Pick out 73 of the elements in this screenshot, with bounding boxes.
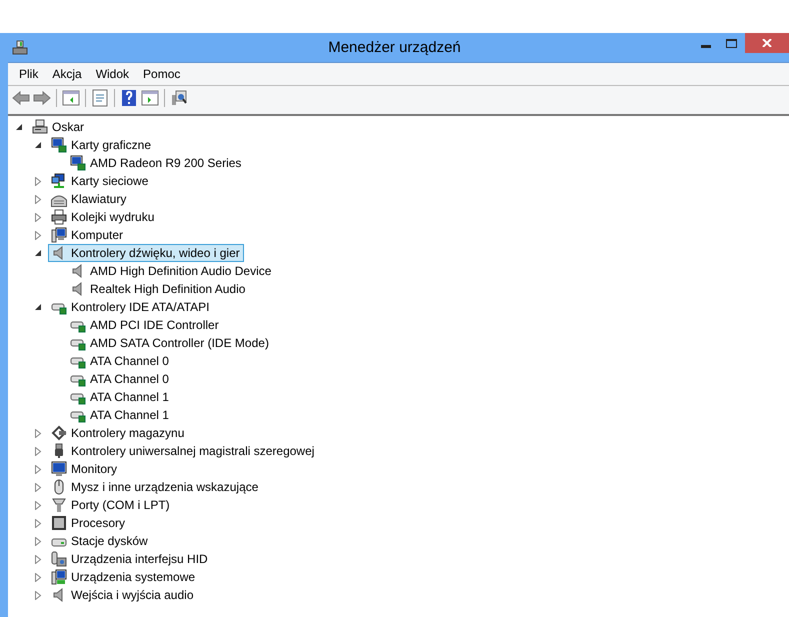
tree-item[interactable]: Klawiatury	[48, 190, 130, 208]
collapse-arrow-icon[interactable]	[15, 123, 23, 131]
expand-arrow-icon[interactable]	[34, 554, 42, 564]
monitor-icon	[51, 461, 67, 477]
maximize-icon[interactable]	[726, 39, 737, 48]
tree-item[interactable]: Komputer	[48, 226, 128, 244]
expand-arrow-icon[interactable]	[34, 590, 42, 600]
expand-arrow-icon[interactable]	[34, 176, 42, 186]
tree-item[interactable]: Wejścia i wyjścia audio	[48, 586, 198, 604]
expand-arrow-icon[interactable]	[34, 212, 42, 222]
tree-item[interactable]: AMD Radeon R9 200 Series	[67, 154, 246, 172]
tree-item[interactable]: Procesory	[48, 514, 130, 532]
scan-hardware-icon[interactable]	[170, 89, 188, 107]
display-card-icon	[70, 155, 86, 171]
expand-arrow-icon[interactable]	[34, 428, 42, 438]
close-button[interactable]	[745, 33, 789, 53]
tree-item[interactable]: Mysz i inne urządzenia wskazujące	[48, 478, 262, 496]
back-arrow-icon[interactable]	[12, 89, 30, 107]
collapse-arrow-icon[interactable]	[34, 141, 42, 149]
tree-item[interactable]: ATA Channel 1	[67, 406, 173, 424]
system-icon	[51, 569, 67, 585]
forward-arrow-icon[interactable]	[33, 89, 51, 107]
expand-arrow-icon[interactable]	[34, 446, 42, 456]
expand-arrow-icon[interactable]	[34, 482, 42, 492]
tree-item[interactable]: Kolejki wydruku	[48, 208, 158, 226]
menu-item[interactable]: Pomoc	[136, 67, 188, 81]
tree-item[interactable]: Monitory	[48, 460, 122, 478]
tree-item[interactable]: Porty (COM i LPT)	[48, 496, 174, 514]
tree-pane-icon[interactable]	[62, 89, 80, 107]
window-title: Menedżer urządzeń	[328, 39, 461, 56]
joystick-icon	[51, 551, 67, 567]
menu-item[interactable]: Widok	[88, 67, 136, 81]
diamond-icon	[51, 425, 67, 441]
tree-item[interactable]: AMD High Definition Audio Device	[67, 262, 276, 280]
tree-item[interactable]: Stacje dysków	[48, 532, 152, 550]
port-icon	[51, 497, 67, 513]
tree-item[interactable]: Karty sieciowe	[48, 172, 152, 190]
tree-item[interactable]: Urządzenia systemowe	[48, 568, 200, 586]
expand-arrow-icon[interactable]	[34, 518, 42, 528]
tree-item[interactable]: AMD PCI IDE Controller	[67, 316, 223, 334]
close-icon	[762, 39, 772, 47]
network-icon	[51, 173, 67, 189]
expand-arrow-icon[interactable]	[34, 464, 42, 474]
chip-icon	[51, 515, 67, 531]
display-card-icon	[51, 137, 67, 153]
help-icon[interactable]	[120, 89, 138, 107]
tree-item[interactable]: ATA Channel 0	[67, 370, 173, 388]
collapse-arrow-icon[interactable]	[34, 303, 42, 311]
tree-item[interactable]: Kontrolery IDE ATA/ATAPI	[48, 298, 214, 316]
properties-icon[interactable]	[91, 89, 109, 107]
tree-item[interactable]: AMD SATA Controller (IDE Mode)	[67, 334, 273, 352]
menu-item[interactable]: Plik	[12, 67, 46, 81]
tree-item[interactable]: Realtek High Definition Audio	[67, 280, 250, 298]
expand-arrow-icon[interactable]	[34, 230, 42, 240]
collapse-arrow-icon[interactable]	[34, 249, 42, 257]
tree-item[interactable]: ATA Channel 1	[67, 388, 173, 406]
tree-item[interactable]: Karty graficzne	[48, 136, 156, 154]
pc-icon	[51, 227, 67, 243]
expand-arrow-icon[interactable]	[34, 572, 42, 582]
app-icon	[12, 40, 28, 56]
action-pane-icon[interactable]	[141, 89, 159, 107]
computer-icon	[32, 119, 48, 135]
tree-item[interactable]: Urządzenia interfejsu HID	[48, 550, 212, 568]
expand-arrow-icon[interactable]	[34, 500, 42, 510]
tree-item[interactable]: Kontrolery magazynu	[48, 424, 188, 442]
expand-arrow-icon[interactable]	[34, 194, 42, 204]
tree-item[interactable]: Kontrolery uniwersalnej magistrali szeregowej	[48, 442, 318, 460]
tree-item[interactable]: ATA Channel 0	[67, 352, 173, 370]
expand-arrow-icon[interactable]	[34, 536, 42, 546]
tree-item[interactable]: Oskar	[29, 118, 88, 136]
tree-item[interactable]: Kontrolery dźwięku, wideo i gier	[48, 244, 244, 262]
printer-icon	[51, 209, 67, 225]
menu-item[interactable]: Akcja	[45, 67, 89, 81]
